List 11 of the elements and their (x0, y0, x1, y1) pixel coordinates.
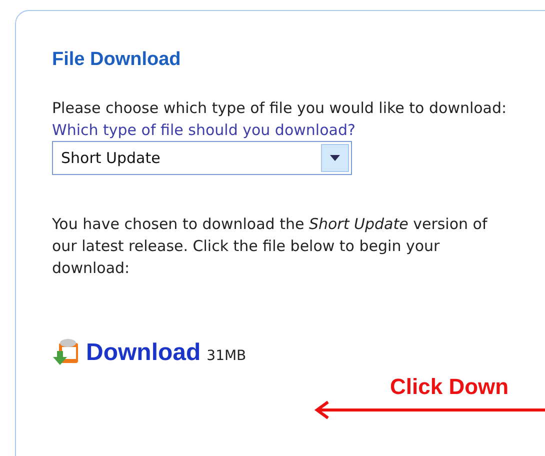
prompt-text: Please choose which type of file you would like to download: (52, 98, 508, 119)
file-size-text: 31MB (206, 348, 246, 364)
dropdown-caret-icon[interactable] (321, 144, 349, 172)
download-icon[interactable] (52, 337, 80, 367)
description-text: You have chosen to download the Short Update version of our latest release. Click the file below to begin your download: (52, 214, 488, 279)
panel-title: File Download (52, 49, 182, 71)
select-label: Which type of file should you download? (52, 120, 356, 141)
annotation-text: Click Down (390, 374, 509, 400)
download-link[interactable]: Download (86, 339, 201, 367)
arrow-icon (314, 400, 545, 420)
file-type-dropdown[interactable]: Short Update (52, 141, 352, 175)
